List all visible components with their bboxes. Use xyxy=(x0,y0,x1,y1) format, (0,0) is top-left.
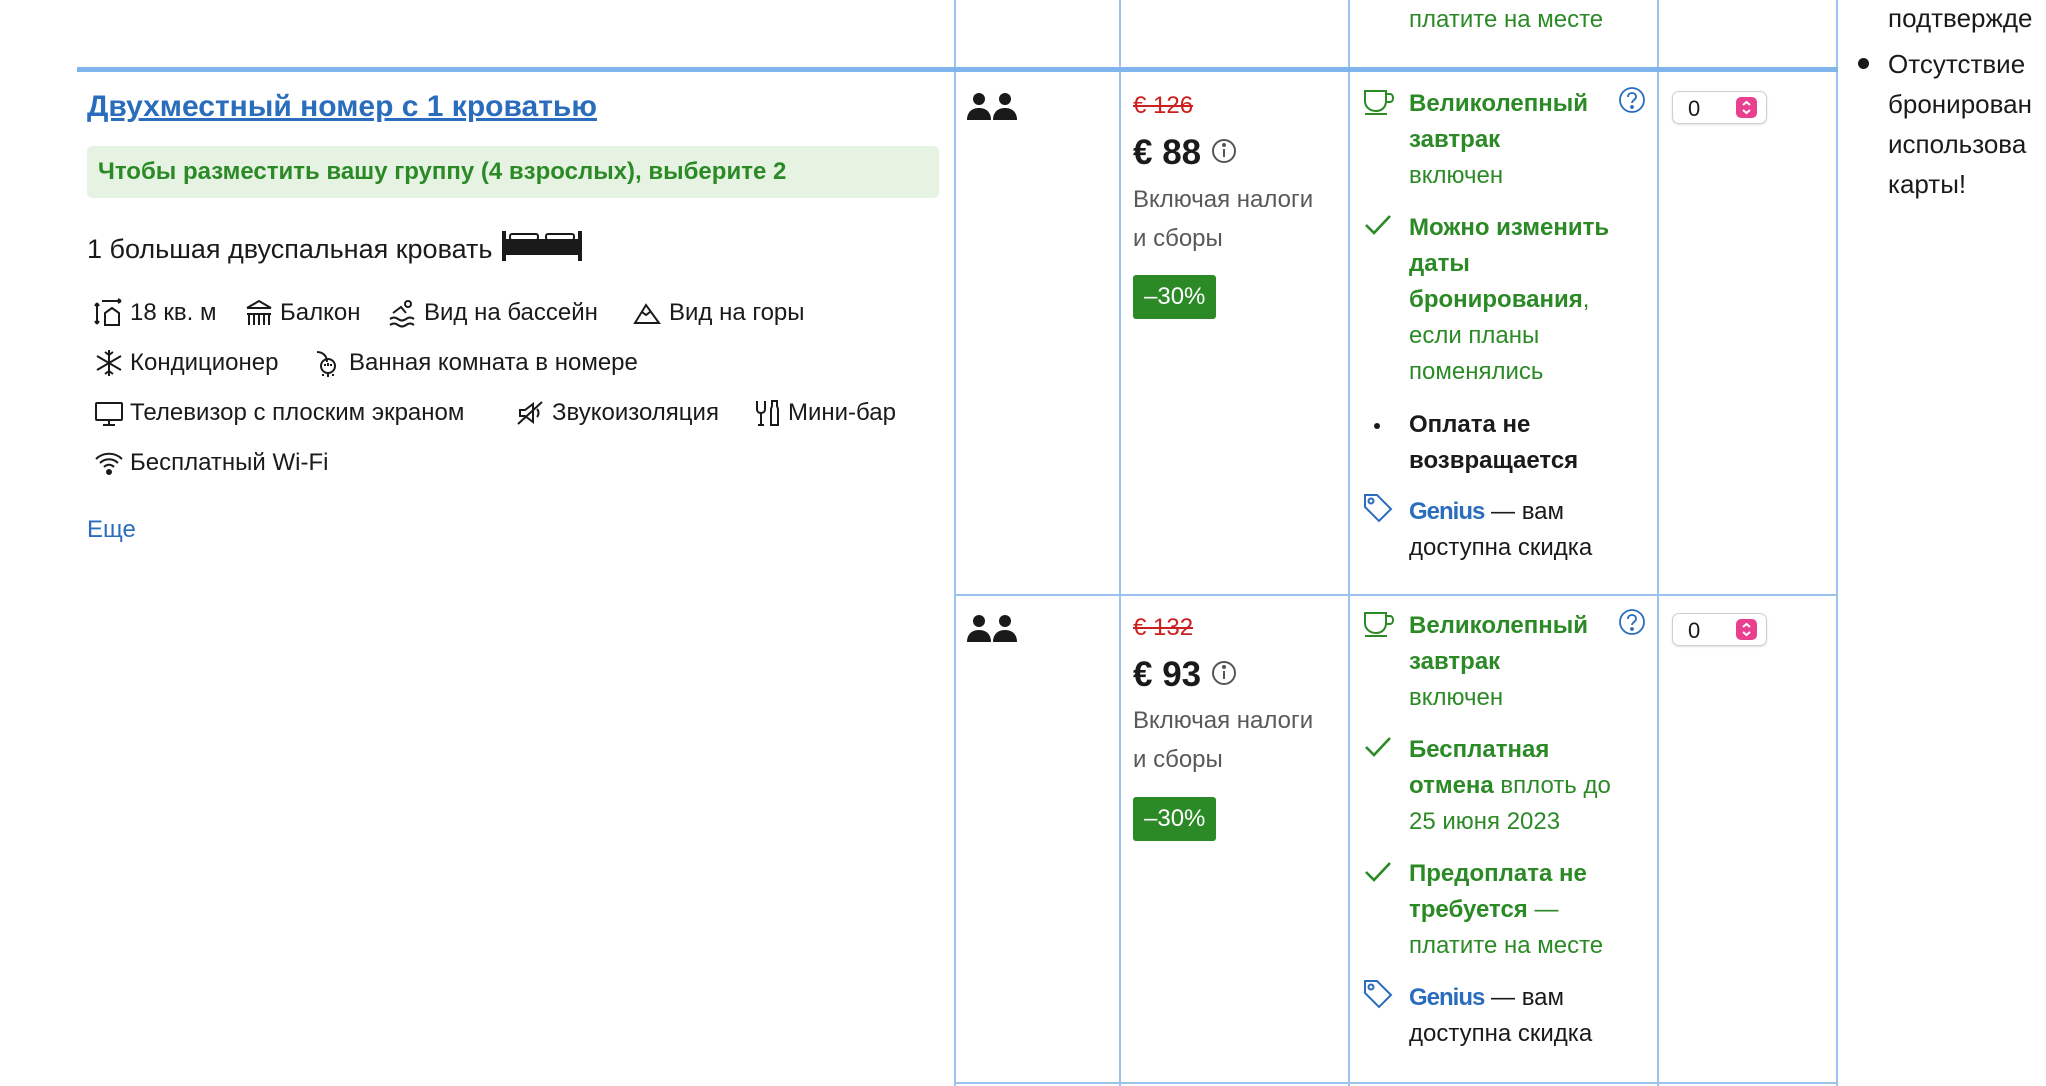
check-icon xyxy=(1364,214,1392,241)
check-icon xyxy=(1364,861,1392,888)
facility-minibar: Мини-бар xyxy=(752,398,896,428)
nonrefund-condition: Оплата не возвращается xyxy=(1409,411,1579,474)
old-price: € 126 xyxy=(1133,92,1194,119)
tag-icon xyxy=(1362,492,1394,529)
tax-note: Включая налоги и сборы xyxy=(1133,707,1314,773)
facility-soundproof: Звукоизоляция xyxy=(516,398,719,428)
facility-balcony: Балкон xyxy=(244,298,360,328)
room-quantity-select[interactable]: 0 xyxy=(1672,613,1767,646)
free-cancel-condition: Бесплатная отмена вплоть до 25 июня 2023 xyxy=(1409,736,1611,835)
row-separator xyxy=(954,1082,1838,1084)
side-note: Отсутствие бронирован использова карты! xyxy=(1888,49,2032,199)
info-icon[interactable] xyxy=(1211,655,1237,695)
discount-badge: –30% xyxy=(1133,275,1217,319)
guests-icon xyxy=(967,614,1019,647)
more-facilities-link[interactable]: Еще xyxy=(87,516,136,544)
mountain-icon xyxy=(633,303,661,324)
select-arrows-icon xyxy=(1736,619,1757,640)
facility-tv: Телевизор с плоским экраном xyxy=(94,398,464,428)
genius-condition: Genius — вам доступна скидка xyxy=(1409,984,1593,1047)
guests-icon xyxy=(967,92,1019,125)
price: € 93 xyxy=(1133,655,1237,695)
change-dates-condition: Можно изменить даты бронирования, если п… xyxy=(1409,214,1610,385)
grid-line xyxy=(1836,0,1838,1086)
facility-mountain-view: Вид на горы xyxy=(633,298,805,328)
breakfast-icon xyxy=(1362,610,1396,643)
tax-note: Включая налоги и сборы xyxy=(1133,186,1314,252)
grid-line xyxy=(1657,0,1659,1086)
minibar-icon xyxy=(756,400,779,426)
price: € 88 xyxy=(1133,133,1237,173)
room-size-icon xyxy=(94,298,122,326)
bed-label: 1 большая двуспальная кровать xyxy=(87,234,493,264)
no-prepay-condition: Предоплата не требуется — платите на мес… xyxy=(1409,860,1604,959)
grid-line xyxy=(1348,0,1350,1086)
tag-icon xyxy=(1362,978,1394,1015)
facility-wifi: Бесплатный Wi-Fi xyxy=(94,448,328,478)
discount-badge: –30% xyxy=(1133,797,1217,841)
genius-logo: Genius xyxy=(1409,984,1485,1011)
breakfast-condition: Великолепный завтрак включен xyxy=(1409,90,1588,189)
grid-line xyxy=(954,0,956,1086)
group-hint: Чтобы разместить вашу группу (4 взрослых… xyxy=(87,146,939,198)
snowflake-icon xyxy=(96,350,122,376)
bullet-dot xyxy=(1374,423,1380,429)
select-arrows-icon xyxy=(1736,97,1757,118)
facility-room-size: 18 кв. м xyxy=(94,298,216,328)
info-icon[interactable] xyxy=(1211,133,1237,173)
pool-icon xyxy=(389,300,415,328)
soundproof-icon xyxy=(517,401,543,425)
grid-line xyxy=(1119,0,1121,1086)
facility-pool-view: Вид на бассейн xyxy=(388,298,598,328)
tv-icon xyxy=(95,402,123,426)
side-note-line: подтвержде xyxy=(1888,3,2033,33)
check-icon xyxy=(1364,736,1392,763)
bed-info: 1 большая двуспальная кровать xyxy=(87,229,584,270)
facility-bathroom: Ванная комната в номере xyxy=(313,348,638,378)
room-separator xyxy=(77,67,1838,72)
bed-icon xyxy=(500,229,584,270)
balcony-icon xyxy=(246,299,272,325)
room-title-link[interactable]: Двухместный номер с 1 кроватью xyxy=(87,90,597,124)
genius-logo: Genius xyxy=(1409,498,1485,525)
prev-row-pay-text: платите на месте xyxy=(1409,6,1604,33)
shower-icon xyxy=(316,351,336,377)
genius-condition: Genius — вам доступна скидка xyxy=(1409,498,1593,561)
breakfast-condition: Великолепный завтрак включен xyxy=(1409,612,1588,711)
room-quantity-select[interactable]: 0 xyxy=(1672,91,1767,124)
price-value: € 93 xyxy=(1133,655,1202,694)
facility-ac: Кондиционер xyxy=(94,348,278,378)
side-bullet xyxy=(1858,58,1869,69)
help-icon[interactable] xyxy=(1618,86,1646,119)
breakfast-icon xyxy=(1362,88,1396,121)
row-separator xyxy=(954,594,1838,596)
help-icon[interactable] xyxy=(1618,608,1646,641)
price-value: € 88 xyxy=(1133,133,1202,172)
wifi-icon xyxy=(95,452,123,475)
old-price: € 132 xyxy=(1133,614,1194,641)
